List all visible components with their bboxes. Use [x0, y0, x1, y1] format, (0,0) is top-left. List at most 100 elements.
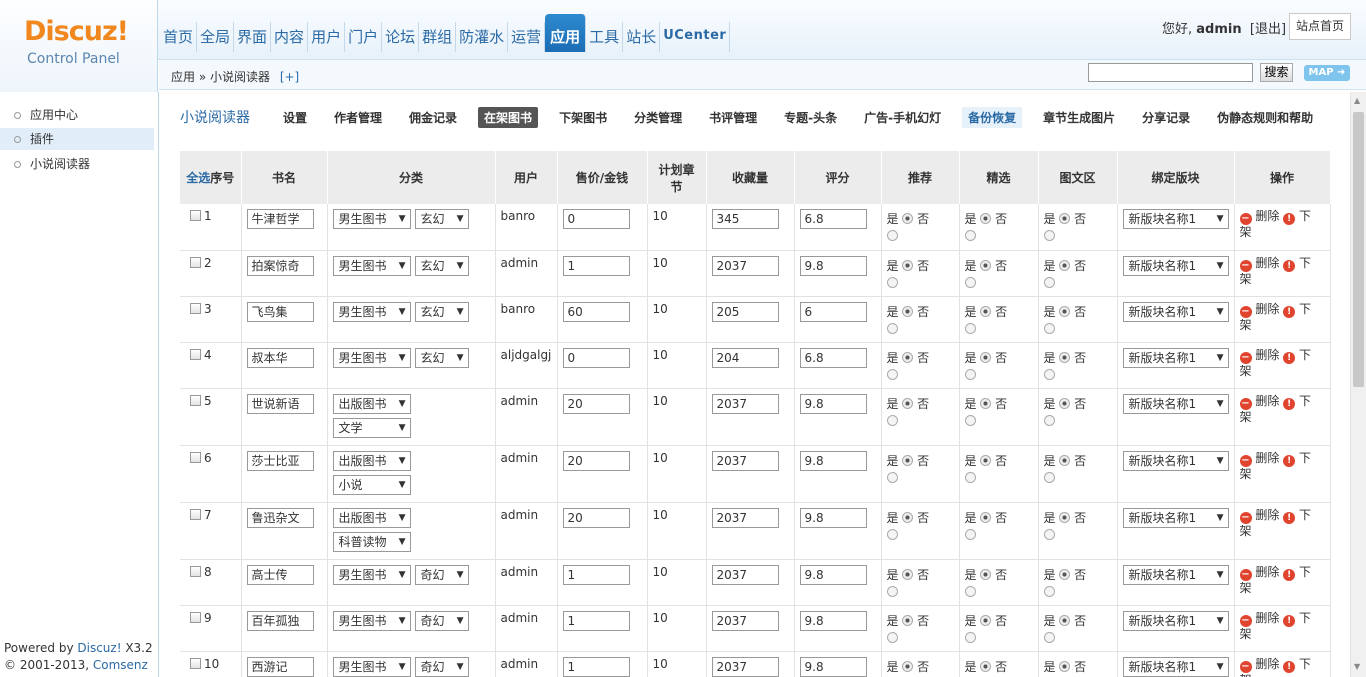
subcategory-select[interactable]: 玄幻: [414, 209, 469, 229]
vertical-scrollbar[interactable]: ▲ ▼: [1350, 92, 1366, 677]
price-input[interactable]: 20: [562, 450, 630, 471]
delete-action[interactable]: − 删除: [1239, 394, 1279, 410]
subcategory-select[interactable]: 奇幻: [414, 564, 469, 585]
picture-no-radio[interactable]: [1043, 585, 1055, 597]
tab-8[interactable]: 广告-手机幻灯: [858, 107, 947, 128]
featured-no-radio[interactable]: [964, 368, 976, 380]
recommend-yes-radio[interactable]: [902, 213, 914, 224]
category-select[interactable]: 男生图书: [332, 209, 411, 229]
recommend-no-radio[interactable]: [886, 368, 898, 380]
featured-yes-radio[interactable]: [980, 568, 992, 580]
picture-yes-radio[interactable]: [1059, 511, 1071, 523]
category-select[interactable]: 出版图书: [332, 507, 411, 528]
search-input[interactable]: [1088, 63, 1253, 82]
price-input[interactable]: 20: [562, 393, 630, 414]
recommend-yes-radio[interactable]: [902, 660, 914, 672]
tab-3[interactable]: 在架图书: [478, 106, 539, 128]
row-checkbox[interactable]: [190, 210, 201, 221]
category-select[interactable]: 男生图书: [332, 564, 411, 585]
nav-item-1[interactable]: 全局: [197, 22, 235, 52]
featured-no-radio[interactable]: [964, 471, 976, 483]
recommend-yes-radio[interactable]: [902, 351, 914, 363]
recommend-no-radio[interactable]: [886, 585, 898, 597]
featured-no-radio[interactable]: [964, 585, 976, 597]
featured-yes-radio[interactable]: [980, 511, 992, 523]
tab-12[interactable]: 伪静态规则和帮助: [1211, 107, 1319, 128]
row-checkbox[interactable]: [190, 256, 201, 268]
picture-yes-radio[interactable]: [1059, 397, 1071, 409]
picture-no-radio[interactable]: [1043, 528, 1055, 540]
favorites-input[interactable]: 2037: [711, 450, 779, 471]
site-home-button[interactable]: 站点首页: [1289, 13, 1351, 40]
delete-action[interactable]: − 删除: [1239, 302, 1279, 318]
recommend-no-radio[interactable]: [886, 322, 898, 334]
logout-link[interactable]: [退出]: [1250, 22, 1286, 37]
picture-yes-radio[interactable]: [1059, 351, 1071, 363]
delete-action[interactable]: − 删除: [1239, 451, 1279, 467]
nav-item-11[interactable]: 工具: [586, 22, 624, 52]
row-checkbox[interactable]: [190, 657, 201, 669]
category-select[interactable]: 男生图书: [332, 301, 411, 322]
nav-item-2[interactable]: 界面: [234, 22, 272, 52]
tab-2[interactable]: 佣金记录: [403, 107, 463, 128]
nav-item-12[interactable]: 站长: [623, 22, 661, 52]
price-input[interactable]: 1: [562, 564, 630, 585]
featured-yes-radio[interactable]: [980, 305, 992, 317]
delete-action[interactable]: − 删除: [1239, 209, 1279, 225]
row-checkbox[interactable]: [190, 394, 201, 406]
delete-action[interactable]: − 删除: [1239, 256, 1279, 272]
score-input[interactable]: 9.8: [799, 610, 867, 631]
sidebar-item-1[interactable]: 插件: [0, 128, 154, 150]
delete-action[interactable]: − 删除: [1239, 565, 1279, 581]
favorites-input[interactable]: 2037: [711, 393, 779, 414]
block-select[interactable]: 新版块名称1: [1122, 255, 1229, 276]
tab-6[interactable]: 书评管理: [703, 107, 763, 128]
recommend-no-radio[interactable]: [886, 276, 898, 288]
sidebar-item-2[interactable]: 小说阅读器: [0, 153, 154, 175]
sidebar-item-0[interactable]: 应用中心: [0, 104, 154, 126]
nav-item-3[interactable]: 内容: [271, 22, 309, 52]
price-input[interactable]: 1: [562, 656, 630, 677]
block-select[interactable]: 新版块名称1: [1122, 209, 1229, 229]
nav-item-8[interactable]: 防灌水: [456, 22, 509, 52]
title-input[interactable]: 牛津哲学: [246, 209, 314, 229]
scroll-down-icon[interactable]: ▼: [1354, 662, 1360, 671]
delete-action[interactable]: − 删除: [1239, 508, 1279, 524]
recommend-yes-radio[interactable]: [902, 568, 914, 580]
picture-no-radio[interactable]: [1043, 471, 1055, 483]
subcategory-select[interactable]: 奇幻: [414, 610, 469, 631]
title-input[interactable]: 拍案惊奇: [246, 255, 314, 276]
subcategory-select[interactable]: 小说: [332, 474, 411, 495]
featured-no-radio[interactable]: [964, 322, 976, 334]
recommend-no-radio[interactable]: [886, 528, 898, 540]
price-input[interactable]: 1: [562, 610, 630, 631]
score-input[interactable]: 9.8: [799, 656, 867, 677]
featured-yes-radio[interactable]: [980, 614, 992, 626]
tab-11[interactable]: 分享记录: [1136, 107, 1196, 128]
favorites-input[interactable]: 205: [711, 301, 779, 322]
subcategory-select[interactable]: 奇幻: [414, 656, 469, 677]
picture-no-radio[interactable]: [1043, 322, 1055, 334]
block-select[interactable]: 新版块名称1: [1122, 301, 1229, 322]
picture-no-radio[interactable]: [1043, 368, 1055, 380]
score-input[interactable]: 9.8: [799, 564, 867, 585]
price-input[interactable]: 0: [562, 209, 630, 229]
picture-yes-radio[interactable]: [1059, 259, 1071, 271]
favorites-input[interactable]: 204: [711, 347, 779, 368]
favorites-input[interactable]: 2037: [711, 610, 779, 631]
score-input[interactable]: 9.8: [799, 450, 867, 471]
tab-4[interactable]: 下架图书: [553, 107, 613, 128]
nav-item-5[interactable]: 门户: [345, 22, 383, 52]
delete-action[interactable]: − 删除: [1239, 611, 1279, 627]
price-input[interactable]: 60: [562, 301, 630, 322]
title-input[interactable]: 飞鸟集: [246, 301, 314, 322]
category-select[interactable]: 男生图书: [332, 610, 411, 631]
favorites-input[interactable]: 345: [711, 209, 779, 229]
block-select[interactable]: 新版块名称1: [1122, 564, 1229, 585]
category-select[interactable]: 出版图书: [332, 393, 411, 414]
featured-no-radio[interactable]: [964, 230, 976, 241]
recommend-no-radio[interactable]: [886, 631, 898, 643]
picture-yes-radio[interactable]: [1059, 568, 1071, 580]
score-input[interactable]: 6: [799, 301, 867, 322]
row-checkbox[interactable]: [190, 611, 201, 623]
